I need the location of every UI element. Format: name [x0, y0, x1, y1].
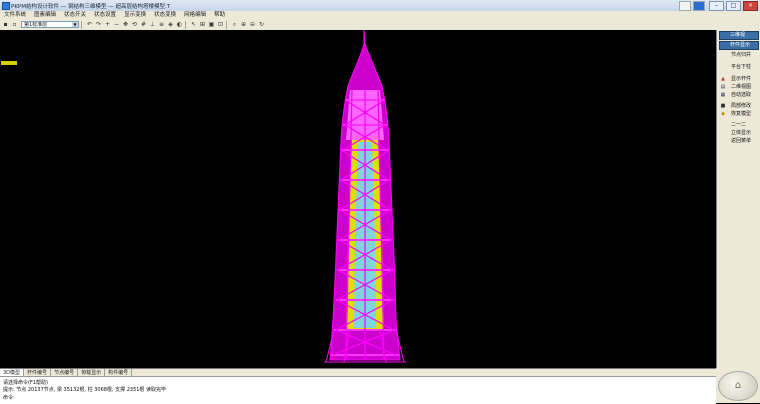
- menu-view[interactable]: 显示变换: [120, 11, 150, 19]
- menu-transform[interactable]: 状态变换: [150, 11, 180, 19]
- menu-grid[interactable]: 网格编辑: [180, 11, 210, 19]
- zoom-all-icon[interactable]: ⊕: [240, 21, 247, 28]
- menu-settings[interactable]: 状态设置: [90, 11, 120, 19]
- panel-item-label: 立体显示: [731, 130, 752, 136]
- color-icon[interactable]: ◐: [176, 21, 183, 28]
- panel-item-label: 二一二: [731, 122, 747, 128]
- panel-item-label: 恢复模型: [731, 111, 752, 117]
- toolbar-divider: [185, 20, 186, 29]
- grid-icon[interactable]: #: [140, 21, 147, 28]
- model-viewport[interactable]: [0, 30, 716, 368]
- window-title: PKPM结构设计软件 — 钢结构三维模型 — 超高层结构塔楼模型.T: [11, 4, 171, 10]
- menu-edit[interactable]: 图素编辑: [30, 11, 60, 19]
- toolbar-divider: [81, 20, 82, 29]
- fit-icon[interactable]: ⊡: [217, 21, 224, 28]
- panel-item-restore-model[interactable]: ◆ 恢复模型: [717, 110, 760, 118]
- panel-item-label: 显示杆件: [731, 76, 752, 82]
- panel-item-label: 二维视图: [731, 84, 752, 90]
- zoom-window-icon[interactable]: ⌕: [231, 21, 238, 28]
- layers-icon: ▤: [720, 84, 726, 90]
- menu-file[interactable]: 文件系统: [0, 11, 30, 19]
- panel-item-2d-view[interactable]: ▤ 二维视图: [717, 83, 760, 91]
- watermark-logo: ⌂: [718, 371, 758, 401]
- panel-item-label: 节点归并: [731, 52, 752, 58]
- menu-help[interactable]: 帮助: [210, 11, 229, 19]
- panel-item-separator-text[interactable]: 二一二: [717, 121, 760, 129]
- panel-item-label: 局部修改: [731, 103, 752, 109]
- minimize-button[interactable]: –: [709, 1, 724, 11]
- zoom-out-icon[interactable]: −: [113, 21, 120, 28]
- command-input[interactable]: 命令:: [3, 394, 15, 401]
- tower-3d-model: [324, 30, 406, 363]
- panel-item-stereo-display[interactable]: 立体显示: [717, 129, 760, 137]
- notify-icon[interactable]: [679, 1, 691, 11]
- chevron-down-icon[interactable]: ▼: [72, 22, 78, 27]
- undo-icon[interactable]: ↶: [86, 21, 93, 28]
- command-area: 请选择命令(F1帮助) 提示: 节点 20137节点, 梁 35132根, 柱 …: [0, 376, 716, 404]
- panel-item-auto-select[interactable]: ▦ 自动选取: [717, 91, 760, 99]
- floor-selector-value: 第1标准层: [24, 22, 48, 28]
- select-icon[interactable]: ↖: [190, 21, 197, 28]
- status-corner: ⌂: [716, 368, 760, 403]
- panel-item-3d-view[interactable]: 三维视: [719, 31, 759, 40]
- edit-icon: ■: [720, 103, 726, 109]
- app-logo-icon: [2, 2, 10, 10]
- command-output-line: 提示: 节点 20137节点, 梁 35132根, 柱 3068根, 支撑 23…: [3, 387, 167, 393]
- measure-icon[interactable]: ⊞: [199, 21, 206, 28]
- panel-item-label: 杆件显示: [730, 42, 751, 48]
- zoom-in-icon[interactable]: +: [104, 21, 111, 28]
- panel-item-show-members[interactable]: ▲ 显示杆件: [717, 75, 760, 83]
- triangle-icon: ▲: [721, 76, 725, 82]
- panel-item-label: 返回菜单: [731, 138, 752, 144]
- pan-icon[interactable]: ✥: [122, 21, 129, 28]
- grid-select-icon: ▦: [720, 92, 726, 98]
- rotate-icon[interactable]: ⟲: [131, 21, 138, 28]
- layer-icon[interactable]: ≡: [158, 21, 165, 28]
- floor-selector[interactable]: 第1标准层 ▼: [21, 21, 79, 28]
- save-icon[interactable]: ▪: [2, 21, 9, 28]
- view-3d-icon[interactable]: ◈: [167, 21, 174, 28]
- panel-item-label: 自动选取: [731, 92, 752, 98]
- restore-icon: ◆: [721, 111, 725, 117]
- house-icon: ⌂: [734, 380, 742, 391]
- toolbar-divider: [226, 20, 227, 29]
- menu-toggle[interactable]: 状态开关: [60, 11, 90, 19]
- network-icon[interactable]: [693, 1, 705, 11]
- title-extras: [679, 1, 705, 11]
- panel-item-label: 三维视: [730, 32, 746, 38]
- redo-icon[interactable]: ↷: [95, 21, 102, 28]
- panel-item-node-merge[interactable]: 节点归并: [717, 51, 760, 59]
- print-icon[interactable]: ▫: [11, 21, 18, 28]
- right-command-panel: 三维视 杆件显示 节点归并 平台下柱 ▲ 显示杆件 ▤ 二维视图 ▦ 自动选取 …: [716, 30, 760, 368]
- zoom-prev-icon[interactable]: ⊖: [249, 21, 256, 28]
- window-icon[interactable]: ▣: [208, 21, 215, 28]
- axis-icon[interactable]: ⊥: [149, 21, 156, 28]
- panel-item-platform-column[interactable]: 平台下柱: [717, 63, 760, 71]
- command-prompt-label: 请选择命令(F1帮助): [3, 380, 48, 386]
- panel-item-member-display[interactable]: 杆件显示: [719, 41, 759, 50]
- panel-item-label: 平台下柱: [731, 64, 752, 70]
- panel-item-return-menu[interactable]: 返回菜单: [717, 137, 760, 145]
- panel-item-local-modify[interactable]: ■ 局部修改: [717, 102, 760, 110]
- maximize-button[interactable]: □: [726, 1, 741, 11]
- close-button[interactable]: ×: [743, 1, 758, 11]
- refresh-icon[interactable]: ↻: [258, 21, 265, 28]
